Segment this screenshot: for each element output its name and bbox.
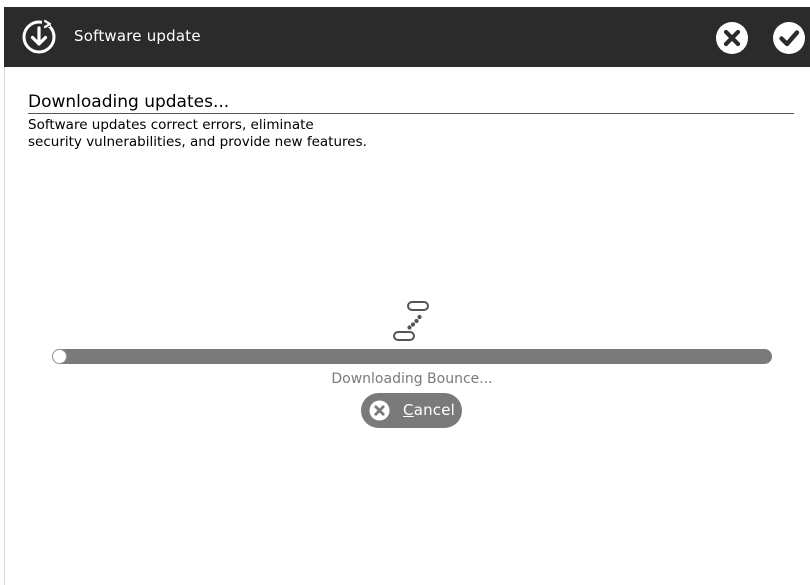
page-heading: Downloading updates... [28, 92, 230, 112]
description-line: Software updates correct errors, elimina… [28, 117, 314, 133]
description-line: security vulnerabilities, and provide ne… [28, 134, 367, 150]
status-text: Downloading Bounce... [331, 371, 493, 387]
title-bar: Software update [4, 7, 810, 67]
close-icon [369, 400, 390, 421]
window-title: Software update [74, 27, 201, 45]
cancel-button[interactable]: Cancel [361, 393, 462, 428]
cancel-mnemonic: C [403, 401, 414, 419]
description: Software updates correct errors, elimina… [28, 117, 478, 151]
progress-indicator [52, 349, 67, 364]
progress-bar [52, 349, 772, 364]
busy-spinner-icon [393, 301, 429, 341]
checkmark-icon[interactable] [772, 21, 806, 55]
cancel-button-label: Cancel [403, 401, 455, 419]
close-icon[interactable] [715, 21, 749, 55]
download-update-icon [22, 19, 56, 54]
cancel-label-rest: ancel [413, 401, 456, 419]
heading-divider [28, 113, 794, 114]
